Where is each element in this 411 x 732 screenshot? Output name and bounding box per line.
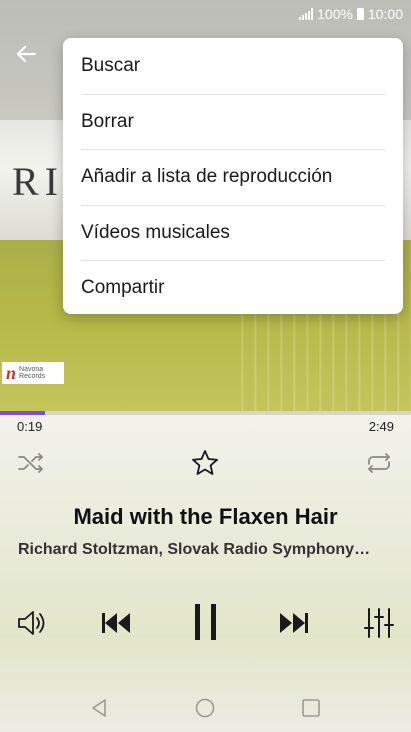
total-duration: 2:49 [368, 419, 394, 434]
nav-home-icon[interactable] [194, 697, 216, 719]
track-artist: Richard Stoltzman, Slovak Radio Symphony… [18, 541, 371, 558]
menu-item-music-videos[interactable]: Vídeos musicales [63, 204, 403, 261]
battery-percent: 100% [317, 6, 353, 22]
system-nav-bar [0, 685, 411, 732]
nav-recents-icon[interactable] [300, 697, 322, 719]
record-label-logo: n Navona Records [2, 362, 64, 384]
nav-back-icon[interactable] [88, 697, 110, 719]
track-title: Maid with the Flaxen Hair [73, 504, 338, 529]
record-label-logo-line1: Navona [19, 366, 44, 373]
equalizer-icon[interactable] [364, 606, 394, 640]
pause-icon[interactable] [190, 602, 222, 642]
album-art-text: RI [12, 159, 64, 204]
shuffle-icon[interactable] [16, 450, 46, 476]
record-label-logo-letter: n [6, 363, 17, 383]
menu-item-share[interactable]: Compartir [63, 260, 403, 316]
seek-bar-fill [0, 411, 46, 415]
status-bar: 100% 10:00 [0, 0, 411, 28]
elapsed-time: 0:19 [17, 419, 43, 434]
repeat-icon[interactable] [364, 450, 394, 476]
back-arrow-icon[interactable] [14, 44, 38, 64]
record-label-logo-line2: Records [19, 373, 46, 380]
volume-icon[interactable] [16, 608, 48, 638]
star-icon[interactable] [190, 448, 220, 478]
seek-bar[interactable] [0, 411, 411, 415]
menu-item-add-to-playlist[interactable]: Añadir a lista de reproducción [63, 149, 403, 205]
status-bar-right: 100% 10:00 [299, 6, 403, 22]
next-icon[interactable] [278, 610, 310, 636]
overflow-menu: Buscar Borrar Añadir a lista de reproduc… [63, 38, 403, 314]
record-label-logo-text: Navona Records [19, 366, 45, 380]
signal-icon [299, 8, 314, 20]
menu-item-delete[interactable]: Borrar [63, 93, 403, 150]
battery-icon [356, 8, 364, 20]
status-time: 10:00 [367, 6, 403, 22]
menu-item-search[interactable]: Buscar [63, 38, 403, 94]
previous-icon[interactable] [100, 610, 132, 636]
